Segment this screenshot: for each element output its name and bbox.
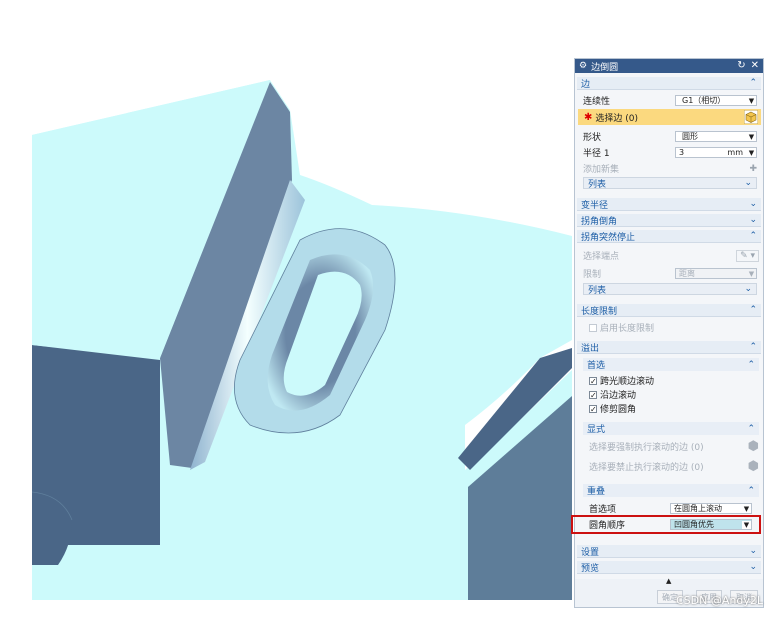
section-overflow[interactable]: 溢出 ⌃ xyxy=(577,341,761,354)
required-star-icon: ✱ xyxy=(584,111,593,123)
section-corner-stop[interactable]: 拐角突然停止 ⌃ xyxy=(577,230,761,243)
chevron-up-icon: ⌃ xyxy=(749,305,757,315)
forbid-roll-row: 选择要禁止执行滚动的边 (0) ⬢ xyxy=(589,459,759,474)
chevron-down-icon: ▼ xyxy=(748,269,755,278)
gear-icon[interactable]: ⚙ xyxy=(579,61,587,71)
chevron-up-icon: ⌃ xyxy=(747,359,755,370)
checkbox-checked-icon: ✓ xyxy=(589,390,597,400)
chevron-down-icon: ⌄ xyxy=(749,215,757,225)
annotation-highlight-box xyxy=(571,515,761,534)
section-edge[interactable]: 边 ⌃ xyxy=(577,77,761,90)
chevron-down-icon: ⌄ xyxy=(749,199,757,209)
checkbox-box xyxy=(589,323,597,332)
section-corner-setback[interactable]: 拐角倒角 ⌄ xyxy=(577,214,761,227)
shape-select[interactable]: ◔ 圆形 ▼ xyxy=(675,131,757,142)
chevron-down-icon: ⌄ xyxy=(749,546,757,556)
dialog-title-bar: ⚙ 边倒圆 ↻ ✕ xyxy=(575,59,763,73)
collapse-arrow-icon[interactable]: ▲ xyxy=(666,577,671,585)
add-set-icon[interactable]: ✚ xyxy=(749,164,757,174)
enable-length-limit-checkbox[interactable]: 启用长度限制 xyxy=(589,321,654,334)
select-edge-row[interactable]: ✱ 选择边 (0) xyxy=(578,109,761,125)
corner-list-toggle[interactable]: 列表 ⌄ xyxy=(583,283,757,296)
chevron-down-icon: ▼ xyxy=(748,132,755,141)
edge-list-toggle[interactable]: 列表 ⌄ xyxy=(583,177,757,190)
chevron-down-icon: ⌄ xyxy=(749,562,757,572)
checkbox-checked-icon: ✓ xyxy=(589,376,597,386)
chevron-down-icon: ▼ xyxy=(743,504,750,513)
along-edge-roll-checkbox[interactable]: ✓ 沿边滚动 xyxy=(589,388,636,401)
force-roll-row: 选择要强制执行滚动的边 (0) ⬢ xyxy=(589,439,759,454)
subsection-explicit[interactable]: 显式 ⌃ xyxy=(583,422,759,435)
select-edge-label: 选择边 (0) xyxy=(595,113,639,124)
section-preview[interactable]: 预览 ⌄ xyxy=(577,561,761,574)
trim-blend-checkbox[interactable]: ✓ 修剪圆角 xyxy=(589,402,636,415)
chevron-down-icon: ⌄ xyxy=(744,284,752,294)
add-set-row: 添加新集 ✚ xyxy=(583,163,757,176)
chevron-up-icon: ⌃ xyxy=(749,231,757,241)
chevron-up-icon: ⌃ xyxy=(749,342,757,352)
chevron-down-icon: ⌄ xyxy=(744,178,752,188)
chevron-up-icon: ⌃ xyxy=(747,423,755,434)
section-settings[interactable]: 设置 ⌄ xyxy=(577,545,761,558)
section-length-limit[interactable]: 长度限制 ⌃ xyxy=(577,304,761,317)
preference-select[interactable]: 在圆角上滚动 ▼ xyxy=(670,503,752,514)
subsection-preferences[interactable]: 首选 ⌃ xyxy=(583,358,759,371)
continuity-select[interactable]: ↝ G1（相切） ▼ xyxy=(675,95,757,106)
chevron-down-icon: ▼ xyxy=(748,148,755,157)
radius-input[interactable]: 3 mm ▼ xyxy=(675,147,757,158)
select-endpoint-row: 选择端点 ✎ ▾ xyxy=(583,249,759,262)
smooth-edge-roll-checkbox[interactable]: ✓ 跨光顺边滚动 xyxy=(589,374,654,387)
chevron-up-icon: ⌃ xyxy=(747,485,755,496)
chevron-down-icon: ▼ xyxy=(748,96,755,105)
dialog-title: 边倒圆 xyxy=(591,62,619,73)
close-icon[interactable]: ✕ xyxy=(751,61,759,71)
cube-icon[interactable]: ⬢ xyxy=(748,439,759,454)
subsection-overlap[interactable]: 重叠 ⌃ xyxy=(583,484,759,497)
pick-point-icon[interactable]: ✎ ▾ xyxy=(736,249,759,262)
cube-icon[interactable]: ⬢ xyxy=(748,459,759,474)
cube-icon[interactable] xyxy=(744,110,758,124)
watermark: CSDN @Andy2L xyxy=(676,594,763,607)
reset-icon[interactable]: ↻ xyxy=(737,61,745,71)
limit-select[interactable]: 距离 ▼ xyxy=(675,268,757,279)
section-variable-radius[interactable]: 变半径 ⌄ xyxy=(577,198,761,211)
chevron-up-icon: ⌃ xyxy=(749,78,757,88)
checkbox-checked-icon: ✓ xyxy=(589,404,597,414)
